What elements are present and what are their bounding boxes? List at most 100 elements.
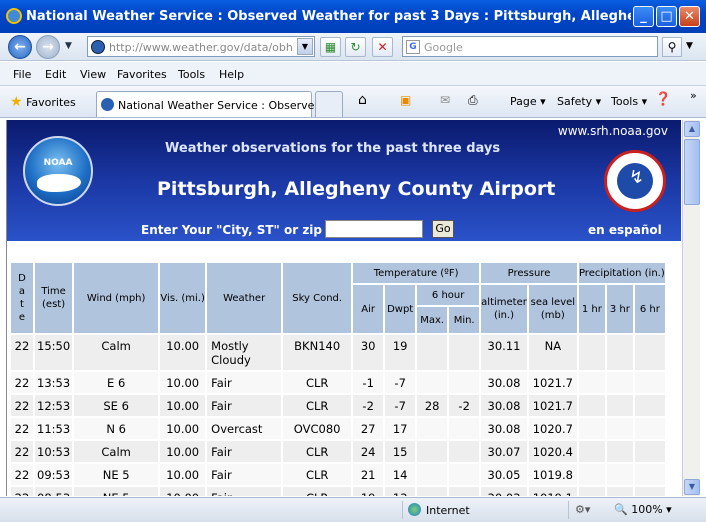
cell-time: 13:53 xyxy=(35,372,73,393)
home-icon[interactable]: ⌂ xyxy=(358,92,367,108)
date-header-label: D a t e xyxy=(18,273,26,323)
cell-wind: N 6 xyxy=(74,418,159,439)
protected-mode-icon[interactable]: ⚙▾ xyxy=(575,503,590,516)
table-row: 22 12:53 SE 6 10.00 Fair CLR -2 -7 28 -2 30.08 1021… xyxy=(11,395,665,416)
search-input[interactable]: G Google xyxy=(402,36,658,57)
col-header-precip-3hr: 3 hr xyxy=(606,285,633,333)
history-dropdown-icon[interactable]: ▼ xyxy=(65,41,72,51)
menu-help[interactable]: Help xyxy=(219,68,244,81)
cell-sea: 1019.8 xyxy=(528,464,577,485)
safety-menu[interactable]: Safety ▾ xyxy=(557,95,601,108)
address-field[interactable]: http://www.weather.gov/data/obhistc ▼ xyxy=(87,36,315,57)
security-zone[interactable]: Internet xyxy=(408,503,470,517)
cell-dwpt: 14 xyxy=(385,464,416,485)
cell-min xyxy=(449,335,480,370)
url-text[interactable]: http://www.weather.gov/data/obhistc xyxy=(109,41,294,54)
stop-icon[interactable]: ✕ xyxy=(372,37,393,57)
cell-air: 19 xyxy=(353,487,384,496)
search-placeholder: Google xyxy=(424,41,463,54)
menu-favorites[interactable]: Favorites xyxy=(117,68,167,81)
observations-table: D a t e Time (est) Wind (mph) Vis. (mi.)… xyxy=(9,261,667,496)
cell-max xyxy=(417,464,448,485)
cell-sky: CLR xyxy=(283,372,352,393)
search-options-icon[interactable]: ▼ xyxy=(686,41,693,51)
zoom-control[interactable]: 🔍 100% ▾ xyxy=(614,503,672,516)
table-row: 22 10:53 Calm 10.00 Fair CLR 24 15 30.07 1020.4 xyxy=(11,441,665,462)
go-button[interactable]: Go xyxy=(432,220,454,238)
tab-favicon-icon xyxy=(101,98,114,111)
compatibility-view-icon[interactable]: ▦ xyxy=(320,37,341,57)
cell-dwpt: -7 xyxy=(385,372,416,393)
address-toolbar: ← → ▼ http://www.weather.gov/data/obhist… xyxy=(0,33,706,61)
cell-sky: BKN140 xyxy=(283,335,352,370)
page-menu[interactable]: Page ▾ xyxy=(510,95,546,108)
cell-alt: 30.08 xyxy=(481,372,527,393)
cell-air: 27 xyxy=(353,418,384,439)
scroll-up-icon[interactable]: ▲ xyxy=(684,121,700,137)
cell-p6 xyxy=(634,335,665,370)
city-input[interactable] xyxy=(325,220,423,238)
status-divider xyxy=(402,501,403,519)
cell-vis: 10.00 xyxy=(160,487,206,496)
vertical-scrollbar[interactable]: ▲ ▼ xyxy=(682,120,700,496)
cell-time: 09:53 xyxy=(35,464,73,485)
cell-date: 22 xyxy=(11,418,33,439)
cell-dwpt: 15 xyxy=(385,441,416,462)
scroll-thumb[interactable] xyxy=(684,139,700,205)
cell-time: 15:50 xyxy=(35,335,73,370)
menu-file[interactable]: File xyxy=(13,68,31,81)
srh-link[interactable]: www.srh.noaa.gov xyxy=(558,124,668,138)
cell-p3 xyxy=(606,441,633,462)
cell-dwpt: 17 xyxy=(385,418,416,439)
favorites-button[interactable]: ★ Favorites xyxy=(10,94,76,110)
col-header-wind: Wind (mph) xyxy=(74,263,159,333)
back-button[interactable]: ← xyxy=(8,35,32,59)
header-banner: NOAA www.srh.noaa.gov Weather observatio… xyxy=(7,120,681,241)
tab-national-weather-service[interactable]: National Weather Service : Observe... xyxy=(96,91,325,117)
cell-time: 12:53 xyxy=(35,395,73,416)
mail-icon[interactable]: ✉ xyxy=(440,93,450,107)
cell-air: 30 xyxy=(353,335,384,370)
col-header-min: Min. xyxy=(449,307,480,333)
noaa-logo[interactable]: NOAA xyxy=(23,136,93,206)
cell-p1 xyxy=(578,464,605,485)
feeds-icon[interactable]: ▣ xyxy=(400,93,411,107)
cell-dwpt: 13 xyxy=(385,487,416,496)
cell-sky: OVC080 xyxy=(283,418,352,439)
maximize-button[interactable]: □ xyxy=(656,6,677,27)
tools-menu[interactable]: Tools ▾ xyxy=(611,95,647,108)
more-commands-button[interactable]: » xyxy=(690,89,697,102)
forward-button[interactable]: → xyxy=(36,35,60,59)
page-heading: Weather observations for the past three … xyxy=(165,141,501,156)
cell-air: -2 xyxy=(353,395,384,416)
scroll-down-icon[interactable]: ▼ xyxy=(684,479,700,495)
nws-logo[interactable]: ↯ xyxy=(604,150,666,212)
menu-edit[interactable]: Edit xyxy=(45,68,66,81)
cell-weather: Fair xyxy=(207,395,282,416)
refresh-icon[interactable]: ↻ xyxy=(345,37,366,57)
address-dropdown-icon[interactable]: ▼ xyxy=(297,38,313,55)
help-icon[interactable]: ❓ xyxy=(655,92,671,107)
cell-min xyxy=(449,441,480,462)
menu-tools[interactable]: Tools xyxy=(178,68,205,81)
search-button[interactable]: ⚲ xyxy=(662,37,682,57)
title-bar: National Weather Service : Observed Weat… xyxy=(0,0,706,33)
page-title: Pittsburgh, Allegheny County Airport xyxy=(157,178,556,200)
col-header-date: D a t e xyxy=(11,263,33,333)
minimize-button[interactable]: _ xyxy=(633,6,654,27)
close-button[interactable]: ✕ xyxy=(679,6,700,27)
table-row: 22 15:50 Calm 10.00 Mostly Cloudy BKN140 30 19 3… xyxy=(11,335,665,370)
espanol-link[interactable]: en español xyxy=(588,223,662,237)
cell-max xyxy=(417,335,448,370)
menu-view[interactable]: View xyxy=(80,68,106,81)
internet-explorer-icon xyxy=(6,8,22,24)
print-icon[interactable]: ⎙ xyxy=(468,93,478,108)
cell-vis: 10.00 xyxy=(160,418,206,439)
cell-sky: CLR xyxy=(283,487,352,496)
col-header-altimeter: altimeter (in.) xyxy=(481,285,527,333)
cell-p3 xyxy=(606,335,633,370)
cell-weather: Fair xyxy=(207,441,282,462)
cell-air: 24 xyxy=(353,441,384,462)
new-tab-button[interactable] xyxy=(315,91,343,117)
cell-sea: 1019.1 xyxy=(528,487,577,496)
